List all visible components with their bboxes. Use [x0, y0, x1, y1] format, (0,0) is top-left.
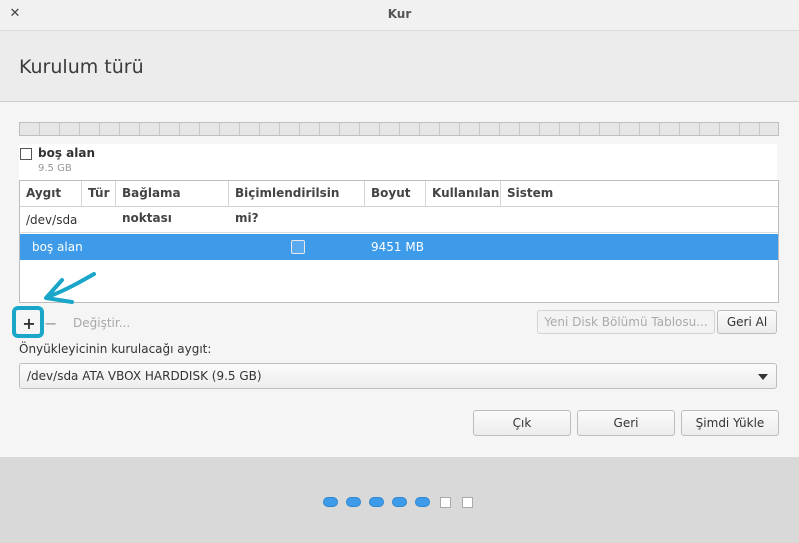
table-row-selected[interactable]: boş alan 9451 MB	[20, 234, 778, 260]
disk-usage-bar	[19, 122, 779, 136]
table-row-device[interactable]: /dev/sda	[20, 207, 778, 233]
chevron-down-icon	[758, 374, 768, 380]
main-panel: boş alan 9.5 GB Aygıt Tür Bağlama noktas…	[0, 102, 799, 457]
partition-size: 9451 MB	[371, 240, 424, 254]
column-header-format[interactable]: Biçimlendirilsin mi?	[229, 181, 365, 225]
partition-toolbar: + − Değiştir... Yeni Disk Bölümü Tablosu…	[0, 310, 799, 336]
column-header-size[interactable]: Boyut	[365, 181, 426, 206]
page-header: Kurulum türü	[0, 31, 799, 102]
column-header-mount-point[interactable]: Bağlama noktası	[116, 181, 229, 225]
step-dot-done	[323, 497, 338, 507]
step-dot-pending	[440, 497, 451, 508]
title-bar: ✕ Kur	[0, 0, 799, 31]
progress-steps	[0, 497, 799, 509]
free-space-label: boş alan	[38, 146, 96, 160]
step-dot-done	[346, 497, 361, 507]
remove-partition-button[interactable]: −	[44, 314, 57, 333]
column-header-system[interactable]: Sistem	[501, 181, 778, 206]
column-header-type[interactable]: Tür	[82, 181, 116, 206]
quit-button[interactable]: Çık	[473, 410, 571, 436]
change-partition-button[interactable]: Değiştir...	[73, 316, 130, 330]
page-title: Kurulum türü	[19, 56, 144, 78]
bootloader-device-value: /dev/sda ATA VBOX HARDDISK (9.5 GB)	[27, 369, 262, 383]
free-space-size: 9.5 GB	[38, 163, 72, 174]
install-now-button[interactable]: Şimdi Yükle	[681, 410, 779, 436]
table-header: Aygıt Tür Bağlama noktası Biçimlendirils…	[20, 181, 778, 225]
revert-button[interactable]: Geri Al	[717, 310, 777, 334]
step-dot-pending	[462, 497, 473, 508]
column-header-device[interactable]: Aygıt	[20, 181, 82, 206]
free-space-swatch	[20, 148, 32, 160]
bootloader-device-select[interactable]: /dev/sda ATA VBOX HARDDISK (9.5 GB)	[19, 363, 777, 389]
column-header-used[interactable]: Kullanılan	[426, 181, 501, 206]
bootloader-label: Önyükleyicinin kurulacağı aygıt:	[19, 342, 212, 356]
step-dot-done	[369, 497, 384, 507]
format-checkbox[interactable]	[291, 240, 305, 254]
new-partition-table-button[interactable]: Yeni Disk Bölümü Tablosu...	[537, 310, 715, 334]
partition-name: boş alan	[32, 240, 83, 254]
add-partition-button[interactable]: +	[19, 314, 39, 333]
disk-legend: boş alan 9.5 GB	[19, 144, 777, 180]
step-dot-done	[415, 497, 430, 507]
back-button[interactable]: Geri	[577, 410, 675, 436]
partition-table: Aygıt Tür Bağlama noktası Biçimlendirils…	[19, 180, 779, 303]
window-title: Kur	[387, 7, 412, 21]
step-dot-done	[392, 497, 407, 507]
device-name: /dev/sda	[26, 213, 78, 227]
